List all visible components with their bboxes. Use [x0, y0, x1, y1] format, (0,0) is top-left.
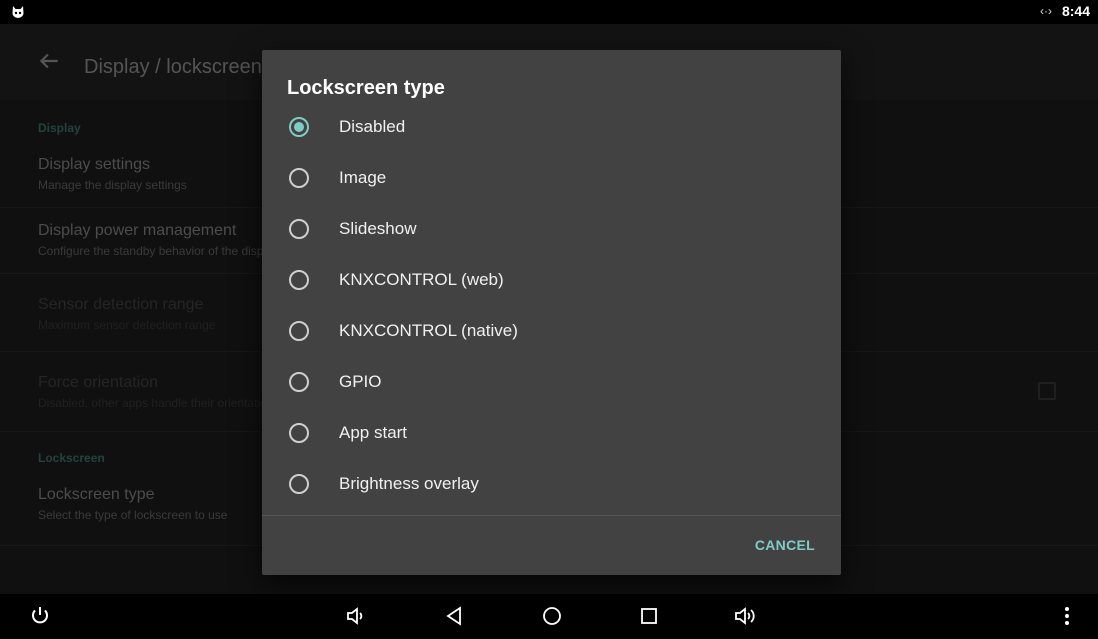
- volume-down-icon[interactable]: [344, 604, 368, 628]
- cancel-button[interactable]: CANCEL: [755, 537, 815, 553]
- option-label: Brightness overlay: [339, 474, 479, 493]
- radio-unchecked-icon[interactable]: [289, 321, 309, 341]
- dialog-title: Lockscreen type: [287, 77, 445, 99]
- radio-unchecked-icon[interactable]: [289, 168, 309, 188]
- radio-unchecked-icon[interactable]: [289, 219, 309, 239]
- lockscreen-type-dialog: Lockscreen type Disabled Image Slideshow…: [262, 50, 841, 575]
- clock: 8:44: [1061, 3, 1090, 19]
- dialog-divider: [262, 515, 841, 516]
- more-vert-icon[interactable]: [1055, 604, 1079, 628]
- option-brightness-overlay[interactable]: Brightness overlay: [262, 459, 841, 510]
- option-label: Image: [339, 168, 387, 187]
- option-label: Disabled: [339, 117, 406, 136]
- network-icon: ‹·›: [1039, 4, 1052, 18]
- volume-up-icon[interactable]: [733, 604, 757, 628]
- option-app-start[interactable]: App start: [262, 408, 841, 459]
- status-bar: ‹·› 8:44: [0, 0, 1098, 24]
- radio-unchecked-icon[interactable]: [289, 270, 309, 290]
- radio-unchecked-icon[interactable]: [289, 474, 309, 494]
- home-icon[interactable]: [540, 604, 564, 628]
- option-knxcontrol-native[interactable]: KNXCONTROL (native): [262, 306, 841, 357]
- radio-checked-icon[interactable]: [289, 117, 309, 137]
- option-label: KNXCONTROL (native): [339, 321, 518, 340]
- back-icon[interactable]: [442, 604, 466, 628]
- android-cat-icon: [12, 6, 24, 18]
- option-label: App start: [339, 423, 408, 442]
- power-icon[interactable]: [28, 604, 52, 628]
- option-image[interactable]: Image: [262, 153, 841, 204]
- option-label: Slideshow: [339, 219, 417, 238]
- option-label: KNXCONTROL (web): [339, 270, 504, 289]
- radio-unchecked-icon[interactable]: [289, 372, 309, 392]
- recents-icon[interactable]: [637, 604, 661, 628]
- option-disabled[interactable]: Disabled: [262, 102, 841, 153]
- radio-options: Disabled Image Slideshow KNXCONTROL (web…: [262, 102, 841, 510]
- option-slideshow[interactable]: Slideshow: [262, 204, 841, 255]
- radio-unchecked-icon[interactable]: [289, 423, 309, 443]
- option-label: GPIO: [339, 372, 382, 391]
- option-knxcontrol-web[interactable]: KNXCONTROL (web): [262, 255, 841, 306]
- navigation-bar: [0, 594, 1098, 639]
- option-gpio[interactable]: GPIO: [262, 357, 841, 408]
